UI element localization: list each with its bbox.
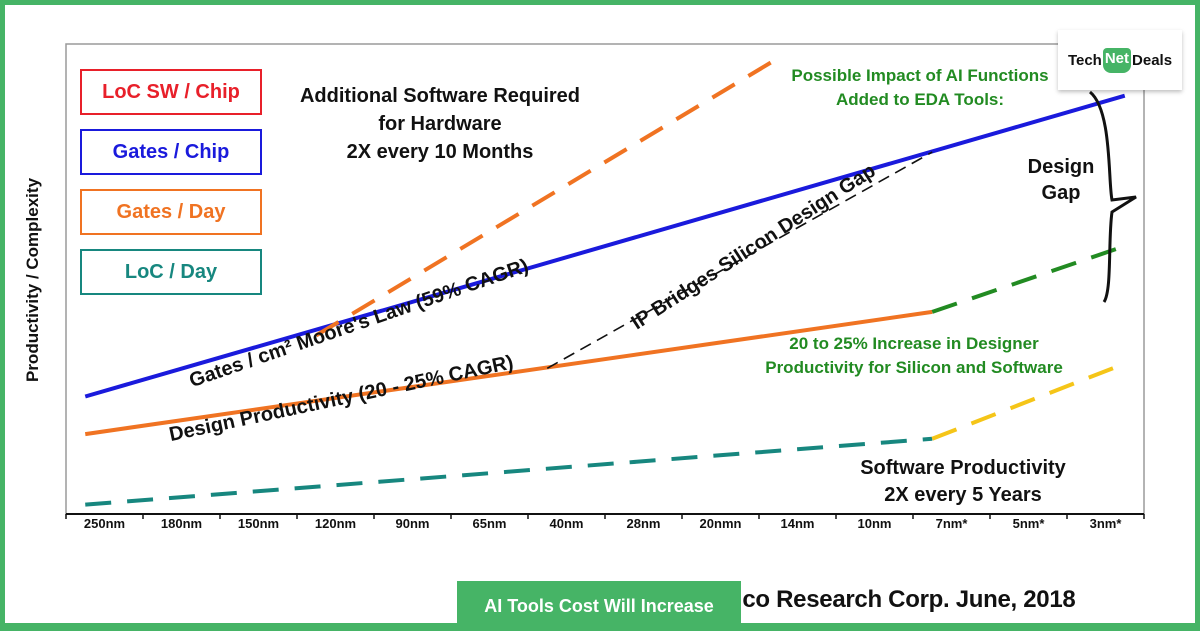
annotation-line: 2X every 10 Months [346, 141, 534, 163]
x-tick-label: 5nm* [1012, 516, 1045, 531]
x-tick-label: 40nm [549, 516, 584, 531]
x-tick-label: 20nmn [699, 516, 742, 531]
x-tick-label: 150nm [237, 516, 280, 531]
x-tick-label: 180nm [160, 516, 203, 531]
annotation-line: for Hardware [378, 113, 502, 135]
x-tick-label: 120nm [314, 516, 357, 531]
annotation-ai-impact: Possible Impact of AI Functions Added to… [791, 64, 1048, 112]
legend-item-gates-day: Gates / Day [80, 189, 262, 235]
annotation-line: Possible Impact of AI Functions [791, 66, 1049, 85]
annotation-designer-increase: 20 to 25% Increase in Designer Productiv… [765, 332, 1063, 380]
x-tick-label: 90nm [395, 516, 430, 531]
series-line-software-productivity [85, 436, 933, 507]
technetdeals-logo[interactable]: Tech Net Deals [1058, 30, 1182, 90]
annotation-line: Productivity for Silicon and Software [765, 358, 1063, 377]
annotation-line: Design [1027, 156, 1095, 178]
annotation-line: Added to EDA Tools: [835, 90, 1005, 109]
legend-item-loc-day: LoC / Day [80, 249, 262, 295]
series-line-ai-impact-on-design-productivity [931, 244, 1126, 314]
x-tick-label: 10nm [857, 516, 892, 531]
logo-tag-icon: Net [1102, 47, 1132, 73]
source-caption: ico Research Corp. June, 2018 [736, 586, 1076, 613]
annotation-line: Additional Software Required [299, 85, 581, 107]
annotation-line: Gap [1041, 182, 1081, 204]
x-tick-label: 14nm [780, 516, 815, 531]
annotation-additional-software: Additional Software Required for Hardwar… [300, 82, 580, 166]
x-tick-label: 7nm* [935, 516, 968, 531]
x-tick-label: 28nm [626, 516, 661, 531]
design-gap-brace [1088, 90, 1137, 303]
y-axis-label: Productivity / Complexity [23, 177, 42, 383]
article-banner[interactable]: AI Tools Cost Will Increase [457, 581, 741, 631]
x-tick-label: 3nm* [1089, 516, 1122, 531]
annotation-software-productivity: Software Productivity 2X every 5 Years [860, 455, 1066, 509]
x-tick-label: 65nm [472, 516, 507, 531]
legend-item-gates-chip: Gates / Chip [80, 129, 262, 175]
annotation-line: Software Productivity [860, 457, 1066, 479]
x-tick-label: 250nm [83, 516, 126, 531]
annotation-design-gap: Design Gap [1028, 154, 1095, 206]
legend-item-loc-sw-chip: LoC SW / Chip [80, 69, 262, 115]
annotation-line: 2X every 5 Years [884, 484, 1042, 506]
logo-text-left: Tech [1067, 51, 1102, 69]
logo-text-right: Deals [1132, 51, 1173, 69]
annotation-line: 20 to 25% Increase in Designer [789, 334, 1039, 353]
